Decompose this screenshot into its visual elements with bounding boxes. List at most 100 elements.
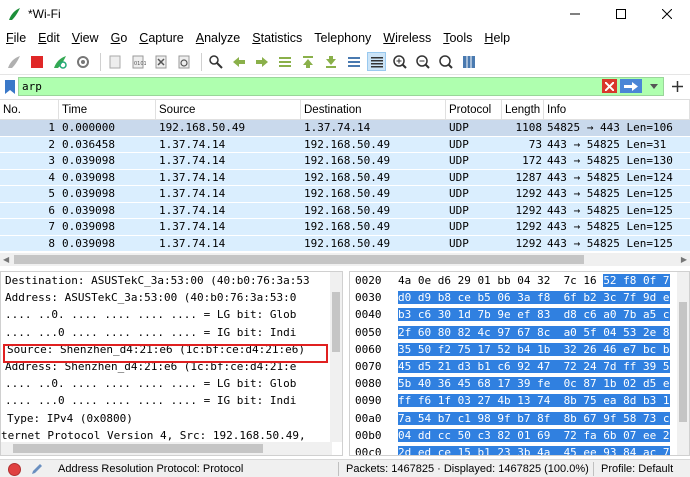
clear-filter-button[interactable] (602, 79, 617, 93)
cell-length: 1287 (515, 170, 543, 184)
scroll-thumb[interactable] (14, 255, 584, 264)
zoom-out-icon (415, 54, 430, 69)
details-vscrollbar[interactable] (330, 272, 342, 442)
close-file-icon (155, 55, 166, 68)
stop-capture-button[interactable] (27, 52, 46, 71)
menu-edit[interactable]: Edit (32, 31, 66, 45)
scroll-left-icon[interactable]: ◀ (3, 255, 9, 264)
column-header-info[interactable]: Info (544, 100, 690, 119)
expert-info-indicator-icon[interactable] (8, 463, 21, 476)
cell-length: 1292 (515, 220, 543, 233)
detail-line[interactable]: .... ..0. .... .... .... .... = LG bit: … (1, 306, 342, 323)
column-header-destination[interactable]: Destination (301, 100, 446, 119)
menu-go[interactable]: Go (105, 31, 134, 45)
detail-line[interactable]: Type: IPv4 (0x0800) (1, 410, 342, 427)
column-header-no[interactable]: No. (0, 100, 59, 119)
go-first-button[interactable] (298, 52, 317, 71)
filter-history-dropdown[interactable] (648, 79, 660, 93)
bytes-row[interactable]: 0080 5b 40 36 45 68 17 39 fe 0c 87 1b 02 … (350, 375, 689, 392)
menu-capture[interactable]: Capture (133, 31, 189, 45)
packet-row[interactable]: 4 0.039098 1.37.74.14 192.168.50.49 UDP … (0, 169, 690, 186)
save-file-button[interactable]: 0101 (128, 52, 147, 71)
maximize-button[interactable] (598, 0, 644, 27)
scroll-thumb[interactable] (679, 302, 687, 422)
add-filter-button[interactable] (668, 77, 686, 96)
menu-wireless[interactable]: Wireless (377, 31, 437, 45)
scroll-thumb[interactable] (332, 292, 340, 352)
cell-length: 172 (522, 154, 542, 167)
details-hscrollbar[interactable] (1, 442, 332, 455)
detail-line[interactable]: Address: ASUSTekC_3a:53:00 (40:b0:76:3a:… (1, 289, 342, 306)
bytes-vscrollbar[interactable] (677, 272, 689, 455)
zoom-out-button[interactable] (413, 52, 432, 71)
minimize-button[interactable] (552, 0, 598, 27)
colorize-button[interactable] (367, 52, 386, 71)
packet-row[interactable]: 5 0.039098 1.37.74.14 192.168.50.49 UDP … (0, 186, 690, 203)
window-title: *Wi-Fi (28, 6, 61, 21)
zoom-normal-button[interactable] (436, 52, 455, 71)
bytes-row[interactable]: 0050 2f 60 80 82 4c 97 67 8c a0 5f 04 53 … (350, 324, 689, 341)
column-header-time[interactable]: Time (59, 100, 156, 119)
open-file-button[interactable] (105, 52, 124, 71)
bytes-row[interactable]: 00b0 04 dd cc 50 c3 82 01 69 72 fa 6b 07 … (350, 427, 689, 444)
bytes-row[interactable]: 0020 4a 0e d6 29 01 bb 04 32 7c 16 52 f8 … (350, 272, 689, 289)
detail-line[interactable]: .... ...0 .... .... .... .... = IG bit: … (1, 392, 342, 409)
edit-comment-icon[interactable] (30, 462, 44, 476)
packet-row[interactable]: 1 0.000000 192.168.50.49 1.37.74.14 UDP … (0, 120, 690, 137)
go-to-packet-button[interactable] (275, 52, 294, 71)
go-forward-button[interactable] (252, 52, 271, 71)
close-file-button[interactable] (151, 52, 170, 71)
menu-telephony[interactable]: Telephony (308, 31, 377, 45)
packet-list-hscrollbar[interactable]: ◀ ▶ (0, 253, 690, 266)
menu-tools[interactable]: Tools (437, 31, 478, 45)
packet-row[interactable]: 7 0.039098 1.37.74.14 192.168.50.49 UDP … (0, 219, 690, 236)
packet-details-pane: Destination: ASUSTekC_3a:53:00 (40:b0:76… (0, 271, 343, 456)
bytes-row[interactable]: 0030 d0 d9 b8 ce b5 06 3a f8 6f b2 3c 7f … (350, 289, 689, 306)
menu-view[interactable]: View (66, 31, 105, 45)
close-window-button[interactable] (644, 0, 690, 27)
bytes-row[interactable]: 0090 ff f6 1f 03 27 4b 13 74 8b 75 ea 8d … (350, 392, 689, 409)
filter-bookmark-button[interactable] (3, 78, 17, 96)
bytes-row[interactable]: 0040 b3 c6 30 1d 7b 9e ef 83 d8 c6 a0 7b … (350, 306, 689, 323)
resize-columns-button[interactable] (459, 52, 478, 71)
auto-scroll-button[interactable] (344, 52, 363, 71)
column-header-protocol[interactable]: Protocol (446, 100, 502, 119)
go-first-icon (302, 55, 313, 68)
menu-file[interactable]: File (0, 31, 32, 45)
detail-line[interactable]: .... ...0 .... .... .... .... = IG bit: … (1, 324, 342, 341)
detail-line[interactable]: .... ..0. .... .... .... .... = LG bit: … (1, 375, 342, 392)
find-packet-button[interactable] (206, 52, 225, 71)
restart-capture-button[interactable] (50, 52, 69, 71)
cell-destination: 192.168.50.49 (304, 154, 391, 167)
status-profile-text[interactable]: Profile: Default (601, 463, 673, 475)
go-last-button[interactable] (321, 52, 340, 71)
display-filter-bar: arp (0, 76, 690, 98)
bytes-row[interactable]: 00c0 2d ed ce 15 b1 23 3b 4a 45 ee 93 84 … (350, 444, 689, 455)
menu-bar: File Edit View Go Capture Analyze Statis… (0, 28, 690, 48)
menu-help[interactable]: Help (478, 31, 516, 45)
bytes-row[interactable]: 0060 35 50 f2 75 17 52 b4 1b 32 26 46 e7 … (350, 341, 689, 358)
packet-row[interactable]: 2 0.036458 1.37.74.14 192.168.50.49 UDP … (0, 136, 690, 153)
packet-row[interactable]: 8 0.039098 1.37.74.14 192.168.50.49 UDP … (0, 235, 690, 252)
packet-row[interactable]: 3 0.039098 1.37.74.14 192.168.50.49 UDP … (0, 153, 690, 170)
menu-analyze[interactable]: Analyze (190, 31, 246, 45)
scroll-right-icon[interactable]: ▶ (681, 255, 687, 264)
menu-statistics[interactable]: Statistics (246, 31, 308, 45)
reload-file-button[interactable] (174, 52, 193, 71)
bytes-row[interactable]: 00a0 7a 54 b7 c1 98 9f b7 8f 8b 67 9f 58 … (350, 410, 689, 427)
go-back-button[interactable] (229, 52, 248, 71)
byte-offset: 0090 (355, 394, 382, 408)
apply-filter-button[interactable] (620, 79, 642, 93)
scroll-thumb[interactable] (13, 444, 263, 453)
bytes-row[interactable]: 0070 45 d5 21 d3 b1 c6 92 47 72 24 7d ff … (350, 358, 689, 375)
column-header-source[interactable]: Source (156, 100, 301, 119)
cell-length: 1108 (515, 121, 543, 134)
display-filter-input[interactable]: arp (18, 77, 664, 96)
packet-row[interactable]: 6 0.039098 1.37.74.14 192.168.50.49 UDP … (0, 202, 690, 219)
byte-offset: 0080 (355, 377, 382, 391)
detail-line[interactable]: Destination: ASUSTekC_3a:53:00 (40:b0:76… (1, 272, 342, 289)
zoom-in-button[interactable] (390, 52, 409, 71)
capture-options-button[interactable] (73, 52, 92, 71)
column-header-length[interactable]: Length (502, 100, 544, 119)
start-capture-button[interactable] (4, 52, 23, 71)
